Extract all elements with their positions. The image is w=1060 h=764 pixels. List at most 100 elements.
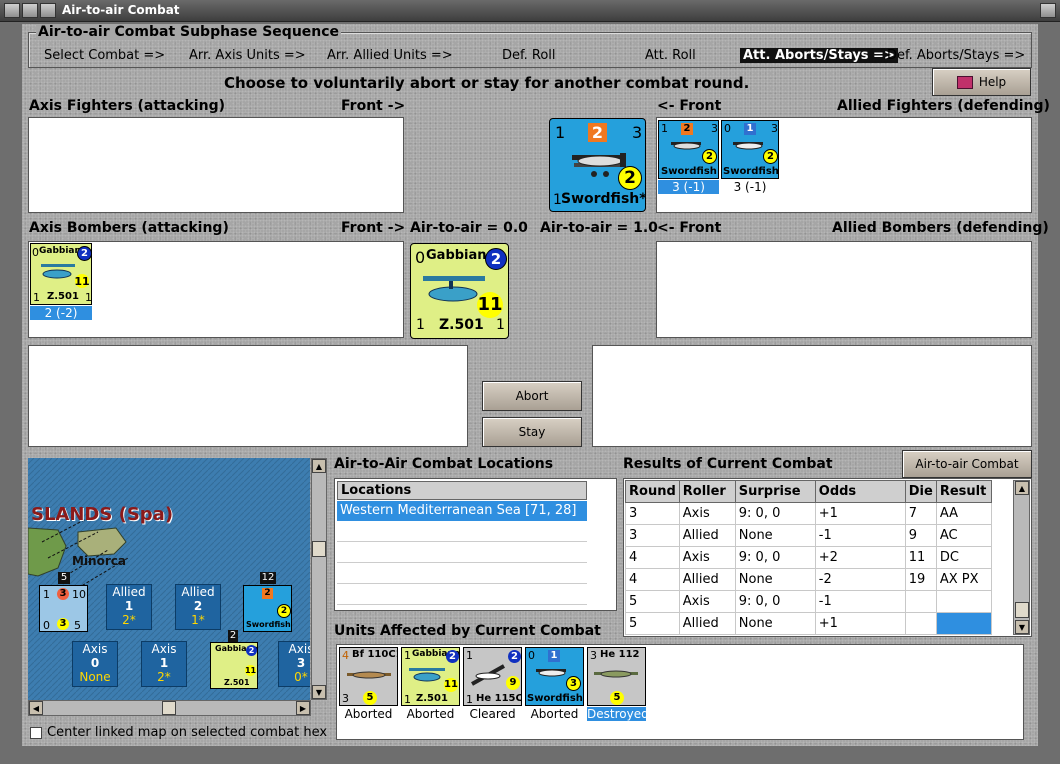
abort-button[interactable]: Abort <box>482 381 582 411</box>
cell: DC <box>935 546 992 569</box>
map-axis-box-1[interactable]: Axis 0 None <box>72 641 118 687</box>
title-bar: Air-to-air Combat <box>0 0 1060 22</box>
cell: None <box>734 524 816 547</box>
allied-fighter-counter-2[interactable]: 0 1 3 2 Swordfish <box>721 120 779 179</box>
selected-swordfish-counter[interactable]: 1 2 3 2 1 Swordfish* <box>549 118 646 212</box>
maximize-button[interactable] <box>40 3 56 18</box>
counter-name: Swordfish* <box>561 191 646 207</box>
col-round: Round <box>625 480 680 503</box>
locations-list[interactable]: Locations Western Mediterranean Sea [71,… <box>334 478 617 611</box>
axis-fighters-box[interactable] <box>28 117 404 213</box>
cell: Allied <box>678 612 736 635</box>
scroll-right-icon[interactable]: ▶ <box>296 701 310 715</box>
cell: AC <box>935 524 992 547</box>
scroll-down-icon[interactable]: ▼ <box>1015 620 1029 634</box>
location-row[interactable] <box>337 564 587 584</box>
table-row[interactable]: 3 Allied None -1 9 AC <box>625 524 992 547</box>
sequence-title: Air-to-air Combat Subphase Sequence <box>36 24 342 40</box>
box-value: 2* <box>157 670 171 684</box>
scroll-up-icon[interactable]: ▲ <box>312 459 326 473</box>
location-row[interactable] <box>337 585 587 605</box>
map-allied-box-2[interactable]: Allied 2 1* <box>175 584 221 630</box>
box-number: 3 <box>296 656 306 670</box>
counter-stat: 0 <box>32 246 39 259</box>
linked-map[interactable]: SLANDS (Spa) Minorca 5 1 3 10 0 3 5 Alli… <box>28 458 310 700</box>
axis-info-box <box>28 345 468 447</box>
scroll-up-icon[interactable]: ▲ <box>1015 481 1029 495</box>
map-allied-box-1[interactable]: Allied 1 2* <box>106 584 152 630</box>
location-row[interactable] <box>337 522 587 542</box>
table-row[interactable]: 5 Allied None +1 <box>625 612 992 635</box>
results-title: Results of Current Combat <box>623 456 833 472</box>
air-combat-chart-button[interactable]: Air-to-air Combat Chart <box>902 450 1032 497</box>
counter-stat: 0 <box>724 122 731 135</box>
table-row[interactable]: 5 Axis 9: 0, 0 -1 <box>625 590 992 613</box>
map-axis-box-3[interactable]: Axis 3 0* <box>278 641 310 687</box>
location-row[interactable]: Western Mediterranean Sea [71, 28] <box>337 501 587 521</box>
axis-bombers-label: Axis Bombers (attacking) <box>29 220 229 236</box>
system-menu-button[interactable] <box>4 3 20 18</box>
axis-bomber-counter[interactable]: 0 Gabbiano 2 11 1 Z.501 1 <box>30 243 92 305</box>
affected-unit-gabbiano[interactable]: 1 Gabbiano 2 11 1 Z.501 <box>401 647 460 706</box>
affected-unit-he115[interactable]: 1 2 9 1 He 115C2 <box>463 647 522 706</box>
map-vertical-scrollbar[interactable]: ▲ ▼ <box>311 458 327 700</box>
scroll-left-icon[interactable]: ◀ <box>29 701 43 715</box>
counter-stat: 1 <box>555 123 566 142</box>
cell: -1 <box>814 524 906 547</box>
affected-status: Destroyed <box>587 707 649 721</box>
map-counter-1[interactable]: 1 3 10 0 3 5 <box>39 585 88 632</box>
map-counter-3[interactable]: Gabbiano 2 11 Z.501 <box>210 642 258 689</box>
book-icon <box>956 76 973 89</box>
front-right-label: Front -> <box>341 98 406 114</box>
allied-fighter-counter-1[interactable]: 1 2 3 2 Swordfish <box>658 120 719 179</box>
air-to-air-axis: Air-to-air = 0.0 <box>410 220 528 236</box>
map-counter-2[interactable]: 2 2 Swordfish <box>243 585 292 632</box>
close-button[interactable] <box>1040 3 1056 18</box>
counter-stat: 1 <box>43 588 50 601</box>
counter-stat: 10 <box>72 588 86 601</box>
col-result: Result <box>935 480 992 503</box>
counter-name: He 112 <box>600 649 640 660</box>
allied-bombers-box[interactable] <box>656 241 1032 338</box>
counter-square: 2 <box>262 588 273 599</box>
counter-circle: 11 <box>244 665 257 676</box>
table-row[interactable]: 4 Allied None -2 19 AX PX <box>625 568 992 591</box>
scroll-thumb[interactable] <box>312 541 326 557</box>
affected-unit-bf110[interactable]: 4 Bf 110C1 3 5 <box>339 647 398 706</box>
affected-status: Cleared <box>469 707 516 721</box>
air-to-air-allied: Air-to-air = 1.0 <box>540 220 658 236</box>
scroll-thumb[interactable] <box>1015 602 1029 618</box>
col-odds: Odds <box>814 480 906 503</box>
map-horizontal-scrollbar[interactable]: ◀ ▶ <box>28 700 311 716</box>
counter-circle: 2 <box>763 149 778 164</box>
counter-code: Z.501 <box>416 693 448 704</box>
table-row[interactable]: 4 Axis 9: 0, 0 +2 11 DC <box>625 546 992 569</box>
help-button[interactable]: Help <box>932 68 1031 96</box>
box-side: Axis <box>151 642 177 656</box>
counter-stat: 0 <box>43 619 50 632</box>
stack-count: 5 <box>58 572 70 584</box>
scroll-down-icon[interactable]: ▼ <box>312 685 326 699</box>
counter-stat: 3 <box>711 122 718 135</box>
center-map-checkbox[interactable] <box>30 727 42 739</box>
table-row[interactable]: 3 Axis 9: 0, 0 +1 7 AA <box>625 502 992 525</box>
results-scrollbar[interactable]: ▲ ▼ <box>1013 480 1030 635</box>
cell: Axis <box>678 546 736 569</box>
cell: 4 <box>625 546 680 569</box>
instruction-text: Choose to voluntarily abort or stay for … <box>224 74 750 92</box>
affected-unit-swordfish[interactable]: 0 1 3 Swordfish <box>525 647 584 706</box>
map-axis-box-2[interactable]: Axis 1 2* <box>141 641 187 687</box>
location-row[interactable] <box>337 543 587 563</box>
box-side: Axis <box>288 642 310 656</box>
cell: 5 <box>625 590 680 613</box>
minimize-button[interactable] <box>22 3 38 18</box>
cell: +1 <box>814 612 906 635</box>
selected-gabbiano-counter[interactable]: 0 Gabbiano 2 11 1 Z.501 1 <box>410 243 509 339</box>
counter-circle: 3 <box>57 618 69 630</box>
counter-circle: 11 <box>74 274 90 288</box>
scroll-thumb-h[interactable] <box>162 701 176 715</box>
affected-title: Units Affected by Current Combat <box>334 623 601 639</box>
affected-unit-he112[interactable]: 3 He 112 5 <box>587 647 646 706</box>
cell: 19 <box>904 568 937 591</box>
stay-button[interactable]: Stay <box>482 417 582 447</box>
